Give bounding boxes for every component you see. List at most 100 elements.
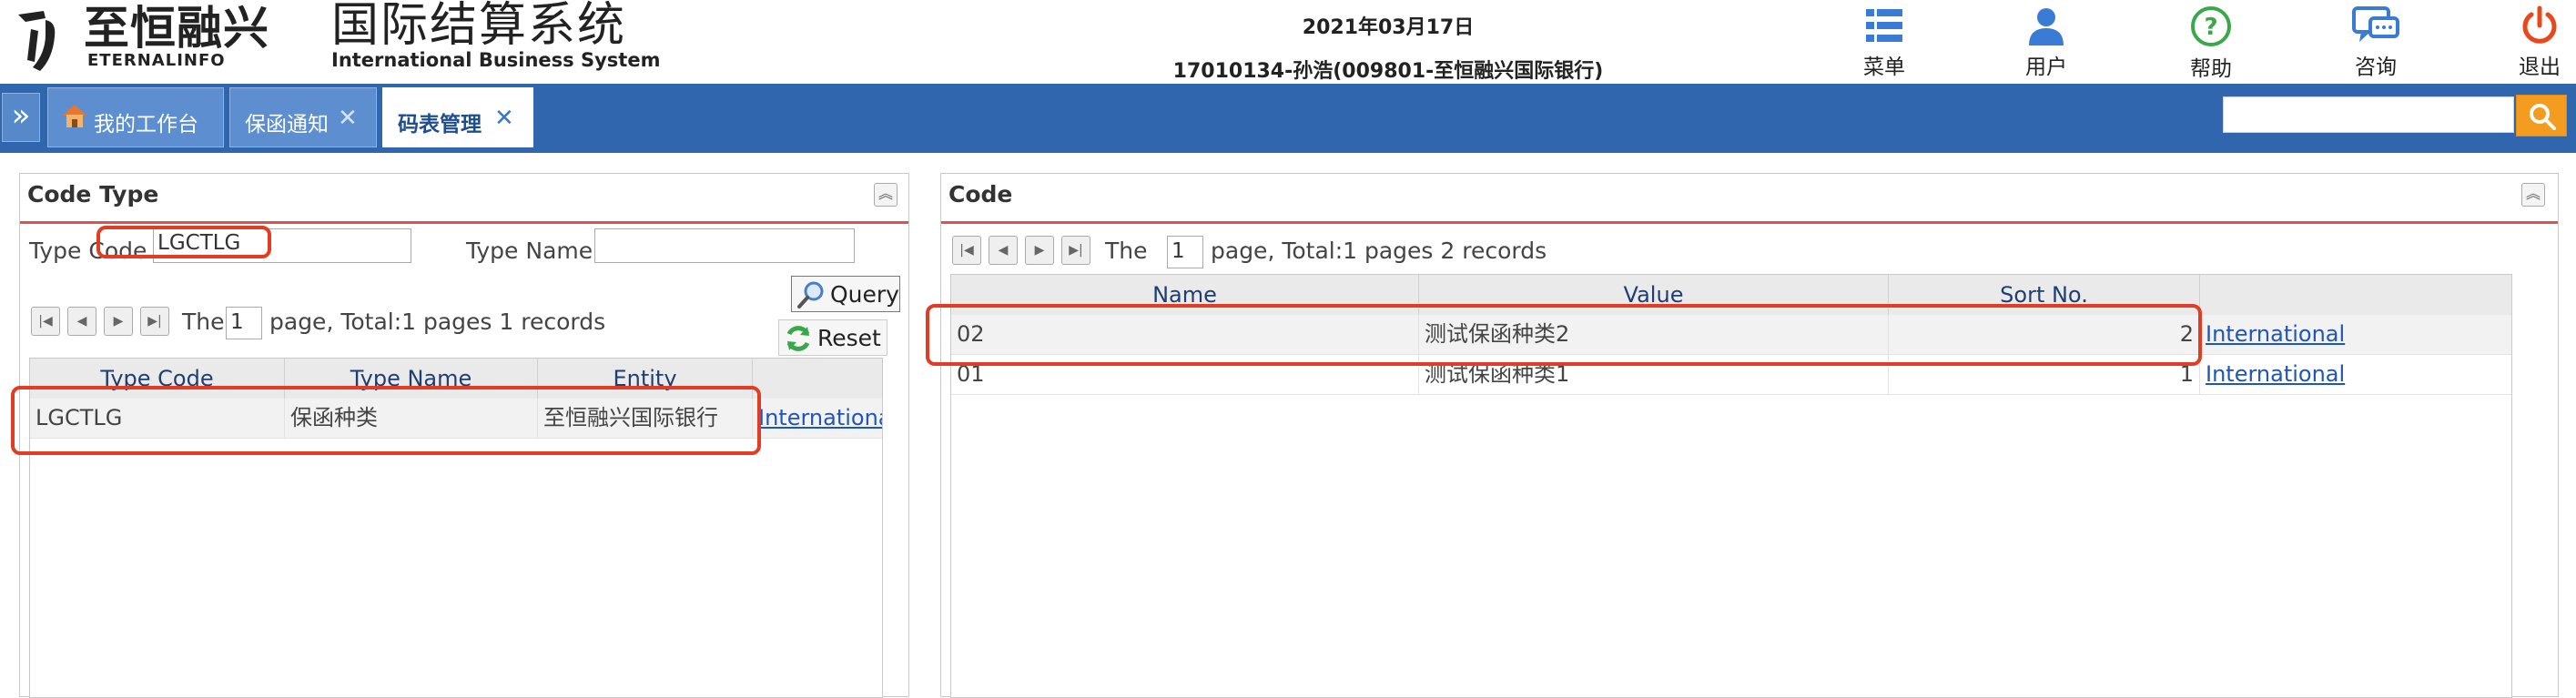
panel-divider <box>20 221 908 224</box>
column-header-name[interactable]: Name <box>951 275 1419 315</box>
tab-label: 保函通知 <box>245 113 329 137</box>
query-button-label: Query <box>830 281 899 308</box>
refresh-icon <box>786 326 810 351</box>
type-name-input[interactable] <box>594 228 855 263</box>
cell-value: 测试保函种类2 <box>1419 315 1889 355</box>
cell-entity: 至恒融兴国际银行 <box>538 399 753 439</box>
pager-summary: page, Total:1 pages 1 records <box>269 309 606 335</box>
tab-code-table-management[interactable]: 码表管理 ✕ <box>382 87 533 147</box>
panel-title: Code Type <box>27 181 159 207</box>
close-icon[interactable]: ✕ <box>338 105 358 132</box>
panel-title: Code <box>948 181 1013 207</box>
next-page-button[interactable]: ▶ <box>1025 236 1054 265</box>
cell-sort-no: 1 <box>1889 355 2200 395</box>
user-button-label: 用户 <box>2025 56 2067 79</box>
help-button-label: 帮助 <box>2190 57 2232 81</box>
double-chevron-up-icon: ︽ <box>2525 185 2541 202</box>
type-code-input[interactable]: LGCTLG <box>153 228 411 263</box>
table-row[interactable]: 01 测试保函种类1 1 International <box>951 355 2511 395</box>
international-link[interactable]: International <box>2206 361 2345 387</box>
consult-button[interactable]: 咨询 <box>2335 2 2417 82</box>
close-icon[interactable]: ✕ <box>494 105 514 132</box>
chat-icon <box>2352 6 2399 42</box>
cell-action: International <box>2200 315 2511 355</box>
table-row[interactable]: LGCTLG 保函种类 至恒融兴国际银行 International <box>30 399 882 439</box>
current-date: 2021年03月17日 <box>1302 16 1475 39</box>
panel-divider <box>941 221 2558 224</box>
cell-value: 测试保函种类1 <box>1419 355 1889 395</box>
column-header-type-name[interactable]: Type Name <box>285 359 538 399</box>
last-page-button[interactable]: ▶| <box>1061 236 1090 265</box>
column-header-sort-no[interactable]: Sort No. <box>1889 275 2200 315</box>
cell-sort-no: 2 <box>1889 315 2200 355</box>
pager-prefix: The <box>1105 238 1148 264</box>
type-name-label: Type Name <box>466 238 593 264</box>
tab-guarantee-notice[interactable]: 保函通知 ✕ <box>229 87 377 147</box>
code-type-grid: Type Code Type Name Entity LGCTLG 保函种类 至… <box>29 358 883 698</box>
current-user-info: 17010134-孙浩(009801-至恒融兴国际银行) <box>1172 60 1604 83</box>
system-title-en: International Business System <box>331 49 661 71</box>
last-page-button[interactable]: ▶| <box>140 307 169 336</box>
help-button[interactable]: ? 帮助 <box>2170 2 2252 82</box>
next-page-button[interactable]: ▶ <box>104 307 133 336</box>
code-type-pager: |◀ ◀ ▶ ▶| The 1 page, Total:1 pages 1 re… <box>31 307 686 339</box>
search-icon <box>2530 104 2556 130</box>
pager-prefix: The <box>182 309 225 335</box>
expand-nav-button[interactable]: » <box>2 93 40 142</box>
app-header: 至恒融兴 ETERNALINFO 国际结算系统 International Bu… <box>0 0 2576 84</box>
prev-page-button[interactable]: ◀ <box>989 236 1018 265</box>
first-page-button[interactable]: |◀ <box>31 307 60 336</box>
double-chevron-up-icon: ︽ <box>877 185 893 202</box>
page-number-input[interactable]: 1 <box>1167 236 1203 268</box>
column-header-entity[interactable]: Entity <box>538 359 753 399</box>
global-search-button[interactable] <box>2516 95 2567 137</box>
brand-name-cn: 至恒融兴 <box>84 2 269 55</box>
menu-grid-icon <box>1866 9 1902 42</box>
user-button[interactable]: 用户 <box>2005 2 2087 82</box>
code-pager: |◀ ◀ ▶ ▶| The 1 page, Total:1 pages 2 re… <box>952 236 1607 268</box>
cell-name: 02 <box>951 315 1419 355</box>
power-icon <box>2522 5 2557 44</box>
tab-label: 码表管理 <box>398 113 482 137</box>
code-panel: Code ︽ |◀ ◀ ▶ ▶| The 1 page, Total:1 pag… <box>940 173 2559 698</box>
svg-text:?: ? <box>2204 14 2217 41</box>
magnifier-icon <box>797 281 824 309</box>
first-page-button[interactable]: |◀ <box>952 236 981 265</box>
cell-name: 01 <box>951 355 1419 395</box>
cell-action: International <box>2200 355 2511 395</box>
menu-button-label: 菜单 <box>1863 56 1905 79</box>
brand-name-en: ETERNALINFO <box>87 51 226 70</box>
user-icon <box>2029 8 2064 46</box>
double-chevron-right-icon: » <box>11 97 31 134</box>
column-header-action <box>2200 275 2511 315</box>
international-link[interactable]: International <box>758 405 882 430</box>
page-number-input[interactable]: 1 <box>226 307 262 339</box>
system-title-cn: 国际结算系统 <box>331 0 627 53</box>
code-type-panel: Code Type ︽ Type Code LGCTLG Type Name Q… <box>19 173 909 698</box>
prev-page-button[interactable]: ◀ <box>67 307 96 336</box>
home-icon <box>63 105 86 127</box>
collapse-panel-button[interactable]: ︽ <box>2521 183 2545 207</box>
logout-button-label: 退出 <box>2519 56 2561 79</box>
table-row[interactable]: 02 测试保函种类2 2 International <box>951 315 2511 355</box>
menu-button[interactable]: 菜单 <box>1843 2 1925 82</box>
column-header-type-code[interactable]: Type Code <box>30 359 285 399</box>
query-button[interactable]: Query <box>791 276 900 312</box>
cell-type-code: LGCTLG <box>30 399 285 439</box>
reset-button-label: Reset <box>817 325 881 351</box>
cell-type-name: 保函种类 <box>285 399 538 439</box>
code-grid: Name Value Sort No. 02 测试保函种类2 2 Interna… <box>950 274 2512 698</box>
logout-button[interactable]: 退出 <box>2499 2 2576 82</box>
column-header-action <box>753 359 882 399</box>
international-link[interactable]: International <box>2206 321 2345 347</box>
tab-label: 我的工作台 <box>94 113 198 137</box>
consult-button-label: 咨询 <box>2355 56 2397 79</box>
tab-bar: » 我的工作台 保函通知 ✕ 码表管理 ✕ <box>0 84 2576 153</box>
global-search-input[interactable] <box>2223 96 2514 133</box>
collapse-panel-button[interactable]: ︽ <box>874 183 898 207</box>
reset-button[interactable]: Reset <box>778 319 887 356</box>
eternalinfo-logo-icon <box>18 11 56 71</box>
tab-my-workbench[interactable]: 我的工作台 <box>47 87 224 147</box>
type-code-label: Type Code <box>29 238 147 264</box>
column-header-value[interactable]: Value <box>1419 275 1889 315</box>
